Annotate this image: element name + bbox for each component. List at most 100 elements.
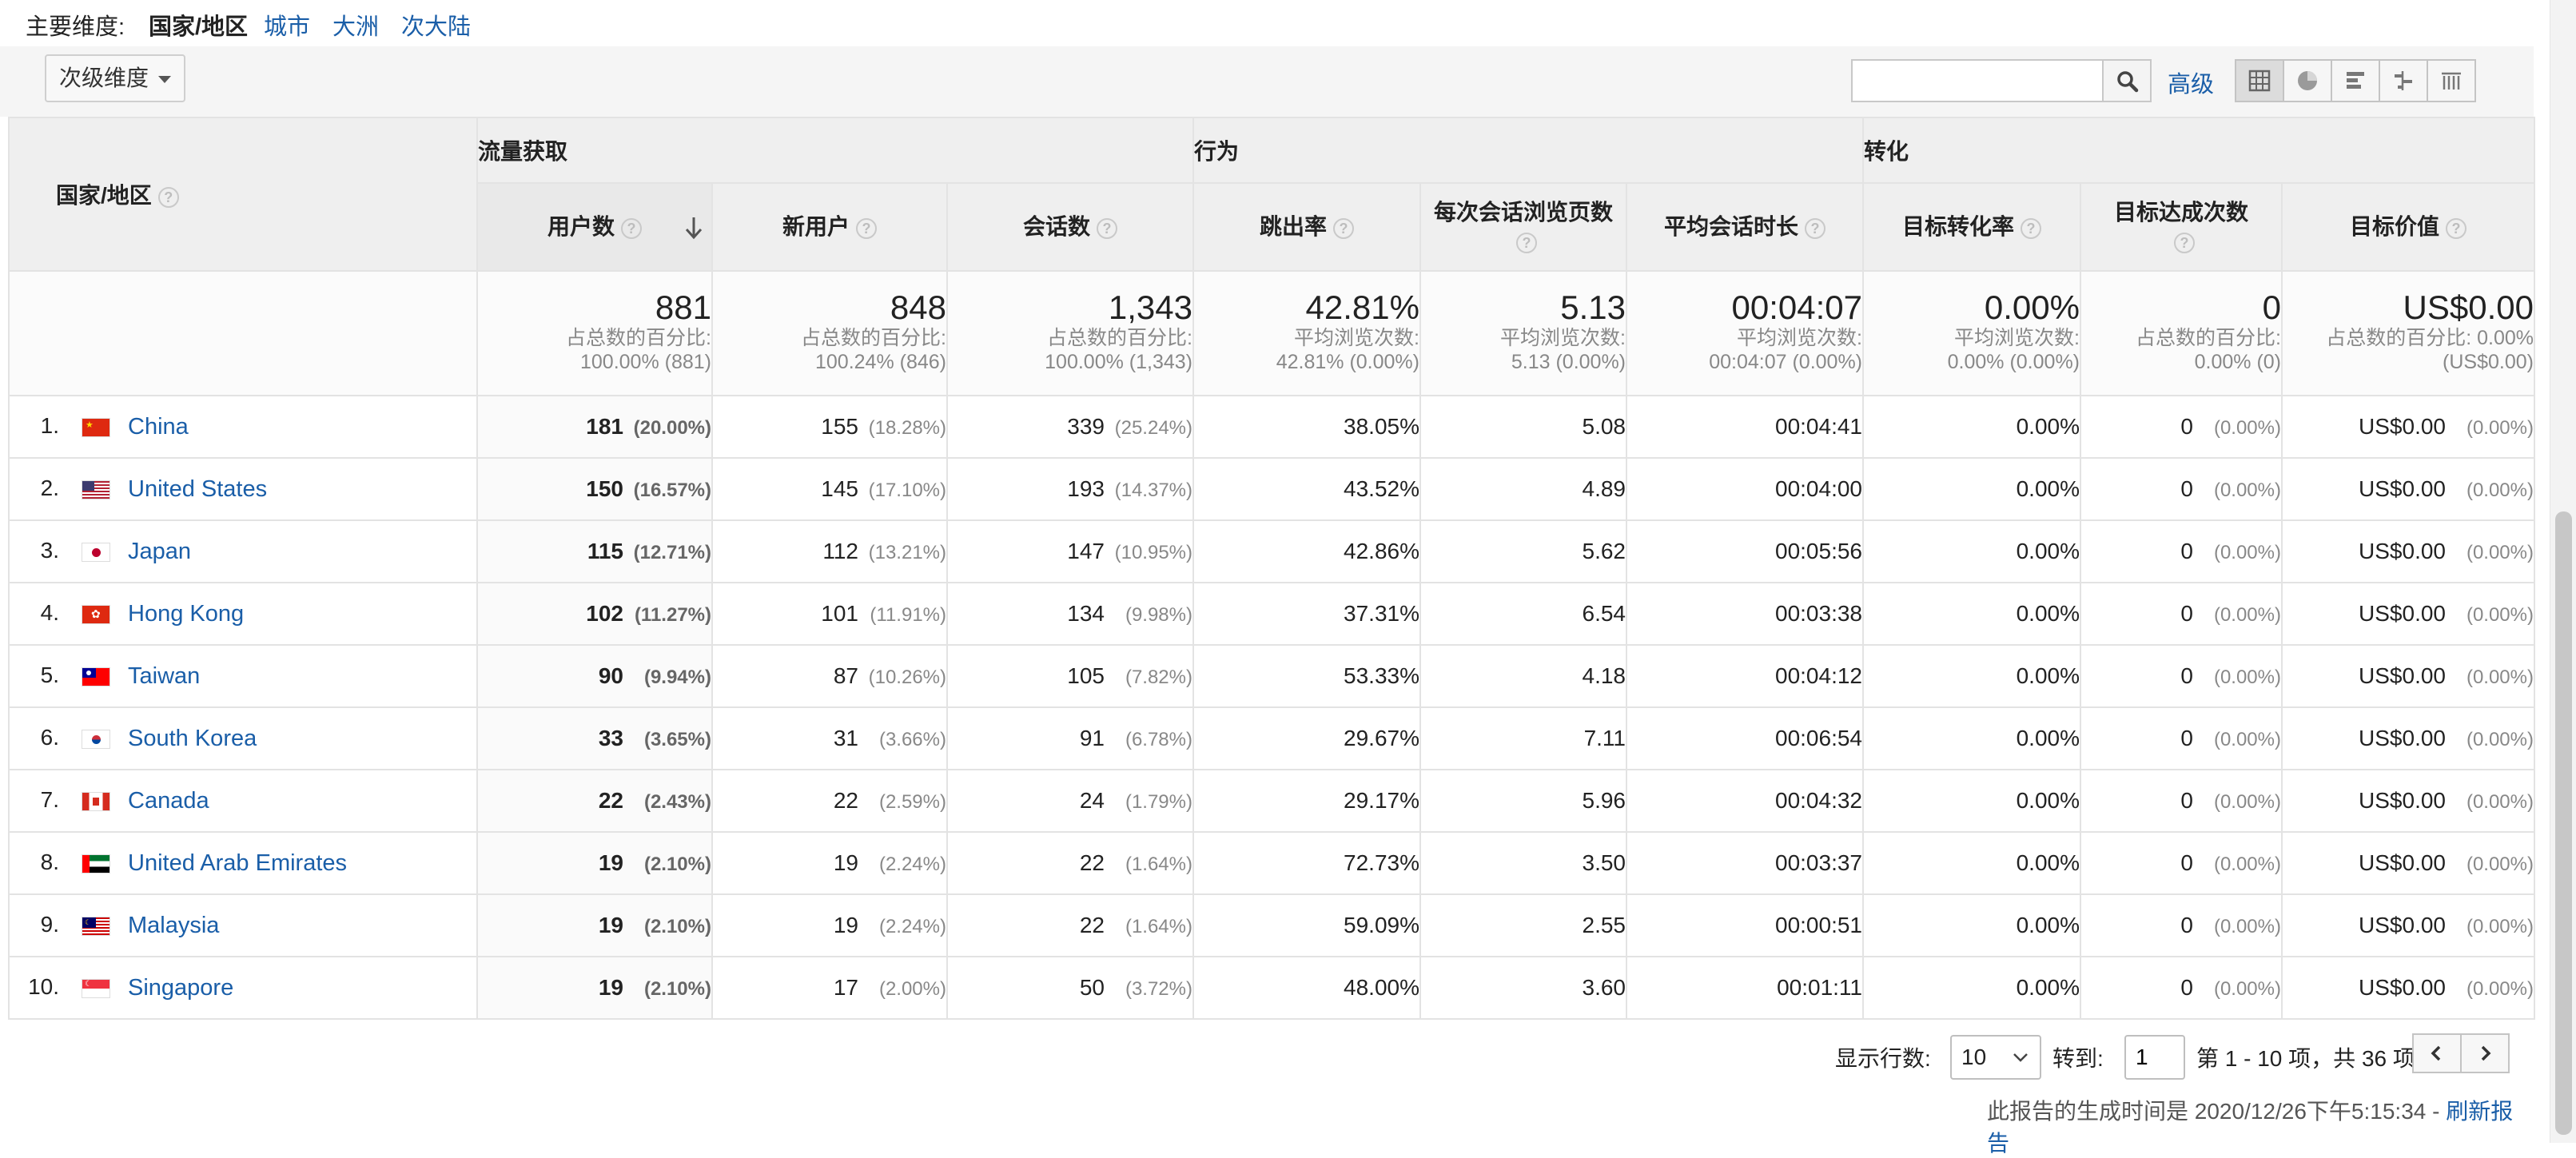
country-link[interactable]: China — [128, 414, 189, 440]
pages-per-session-cell: 4.89 — [1419, 457, 1627, 521]
country-link[interactable]: Taiwan — [128, 663, 200, 689]
total-value: US$0.00 — [2403, 289, 2534, 326]
goal-completions-cell: 0 (0.00%) — [2080, 519, 2283, 583]
help-icon[interactable]: ? — [2021, 217, 2041, 239]
country-link[interactable]: Canada — [128, 788, 209, 814]
new-users-percent: (3.66%) — [878, 729, 946, 750]
country-link[interactable]: Malaysia — [128, 913, 219, 938]
users-value: 150 — [586, 476, 623, 501]
comparison-view-button[interactable] — [2379, 59, 2428, 102]
table-body: 1. ★ China 181 (20.00%) 155 (18.28%) 339 (25.24%… — [8, 395, 2535, 1020]
total-subtext: 100.00% (1,343) — [1045, 351, 1192, 373]
total-subtext: 平均浏览次数: — [1500, 327, 1626, 349]
bounce-rate-cell: 37.31% — [1192, 582, 1421, 646]
dimension-link-subcontinent[interactable]: 次大陆 — [401, 8, 471, 42]
column-header-goal-completions[interactable]: 目标达成次数? — [2080, 182, 2283, 272]
table-search-input[interactable] — [1851, 59, 2104, 102]
goal-completions-value: 0 — [2180, 913, 2193, 937]
column-header-conversion-rate[interactable]: 目标转化率? — [1862, 182, 2081, 272]
dimension-header[interactable]: 国家/地区? — [8, 117, 478, 272]
column-header-avg-duration[interactable]: 平均会话时长? — [1626, 182, 1864, 272]
column-label: 新用户 — [782, 214, 850, 239]
table-row: 9. ☾ Malaysia 19 (2.10%) 19 (2.24%) 22 (1.64%) 59… — [8, 893, 2535, 957]
sessions-percent: (14.37%) — [1114, 480, 1192, 501]
country-link[interactable]: Singapore — [128, 975, 233, 1001]
goal-completions-cell: 0 (0.00%) — [2080, 831, 2283, 895]
country-link[interactable]: United Arab Emirates — [128, 850, 347, 876]
bounce-rate-cell: 59.09% — [1192, 893, 1421, 957]
sessions-value: 134 — [1067, 601, 1105, 626]
pages-per-session-cell: 3.60 — [1419, 956, 1627, 1020]
conversion-rate-cell: 0.00% — [1862, 831, 2081, 895]
total-subtext: 平均浏览次数: — [1737, 327, 1862, 349]
help-icon[interactable]: ? — [621, 217, 642, 239]
search-button[interactable] — [2102, 59, 2152, 102]
row-index: 2. — [40, 475, 59, 500]
column-header-sessions[interactable]: 会话数? — [946, 182, 1194, 272]
secondary-dimension-dropdown[interactable]: 次级维度 — [45, 54, 185, 102]
table-toolbar: 次级维度 高级 — [0, 46, 2534, 117]
total-value: 0.00% — [1984, 289, 2080, 326]
bar-view-button[interactable] — [2331, 59, 2380, 102]
goal-completions-percent: (0.00%) — [2213, 729, 2281, 750]
country-link[interactable]: United States — [128, 476, 267, 502]
users-cell: 22 (2.43%) — [476, 769, 713, 833]
flag-hk-icon: ✿ — [82, 604, 110, 624]
dimension-link-continent[interactable]: 大洲 — [332, 8, 379, 42]
bounce-rate-cell: 43.52% — [1192, 457, 1421, 521]
column-header-pages-per-session[interactable]: 每次会话浏览页数? — [1419, 182, 1627, 272]
help-icon[interactable]: ? — [1097, 217, 1117, 239]
help-icon[interactable]: ? — [1805, 217, 1825, 239]
vertical-scrollbar[interactable] — [2550, 0, 2576, 1143]
primary-dimension-current[interactable]: 国家/地区 — [149, 8, 248, 42]
total-subtext: 占总数的百分比: — [2136, 327, 2281, 349]
rows-per-page-select[interactable]: 10 — [1950, 1035, 2041, 1080]
help-icon[interactable]: ? — [2446, 217, 2467, 239]
pages-per-session-cell: 5.62 — [1419, 519, 1627, 583]
bounce-rate-cell: 72.73% — [1192, 831, 1421, 895]
country-link[interactable]: Hong Kong — [128, 601, 244, 627]
next-page-button[interactable] — [2460, 1033, 2510, 1073]
column-header-goal-value[interactable]: 目标价值? — [2281, 182, 2535, 272]
goal-value-percent: (0.00%) — [2466, 667, 2534, 688]
goal-completions-cell: 0 (0.00%) — [2080, 395, 2283, 459]
advanced-filter-link[interactable]: 高级 — [2168, 66, 2214, 99]
scrollbar-thumb[interactable] — [2555, 511, 2572, 1135]
row-index: 5. — [40, 662, 59, 687]
group-header-row: 国家/地区? 流量获取 行为 转化 — [8, 117, 2535, 272]
goal-completions-percent: (0.00%) — [2213, 480, 2281, 501]
help-icon[interactable]: ? — [1333, 217, 1354, 239]
goto-page-input[interactable] — [2124, 1035, 2185, 1080]
table-row: 5. Taiwan 90 (9.94%) 87 (10.26%) 105 (7.82%) 53.… — [8, 644, 2535, 708]
country-link[interactable]: Japan — [128, 539, 191, 564]
table-view-button[interactable] — [2235, 59, 2284, 102]
new-users-value: 19 — [833, 850, 858, 875]
goal-value-cell: US$0.00 (0.00%) — [2281, 956, 2535, 1020]
row-index: 4. — [40, 599, 59, 625]
help-icon[interactable]: ? — [856, 217, 877, 239]
column-header-bounce-rate[interactable]: 跳出率? — [1192, 182, 1421, 272]
conversion-rate-cell: 0.00% — [1862, 893, 2081, 957]
pivot-view-button[interactable] — [2427, 59, 2476, 102]
chevron-left-icon — [2431, 1045, 2441, 1061]
help-icon[interactable]: ? — [1516, 232, 1537, 253]
column-header-users[interactable]: 用户数? — [476, 182, 713, 272]
dimension-link-city[interactable]: 城市 — [264, 8, 310, 42]
goal-completions-percent: (0.00%) — [2213, 667, 2281, 688]
new-users-percent: (2.59%) — [878, 791, 946, 813]
help-icon[interactable]: ? — [2174, 232, 2195, 253]
sessions-cell: 50 (3.72%) — [946, 956, 1194, 1020]
previous-page-button[interactable] — [2412, 1033, 2462, 1073]
pivot-view-icon — [2442, 72, 2461, 90]
goal-value-percent: (0.00%) — [2466, 729, 2534, 750]
table-row: 10. ☾ Singapore 19 (2.10%) 17 (2.00%) 50 (3.72%)… — [8, 956, 2535, 1020]
column-header-new-users[interactable]: 新用户? — [711, 182, 948, 272]
row-index: 9. — [40, 911, 59, 937]
table-row: 1. ★ China 181 (20.00%) 155 (18.28%) 339 (25.24%… — [8, 395, 2535, 459]
report-table: 国家/地区? 流量获取 行为 转化 用户数? 新用户? 会话数? 跳出率? 每次… — [8, 117, 2535, 1020]
country-link[interactable]: South Korea — [128, 726, 257, 751]
help-icon[interactable]: ? — [157, 186, 179, 208]
column-label: 目标价值 — [2349, 214, 2439, 239]
pie-view-button[interactable] — [2283, 59, 2332, 102]
report-generated-info: 此报告的生成时间是 2020/12/26下午5:15:34 - 刷新报告 — [1987, 1094, 2534, 1158]
